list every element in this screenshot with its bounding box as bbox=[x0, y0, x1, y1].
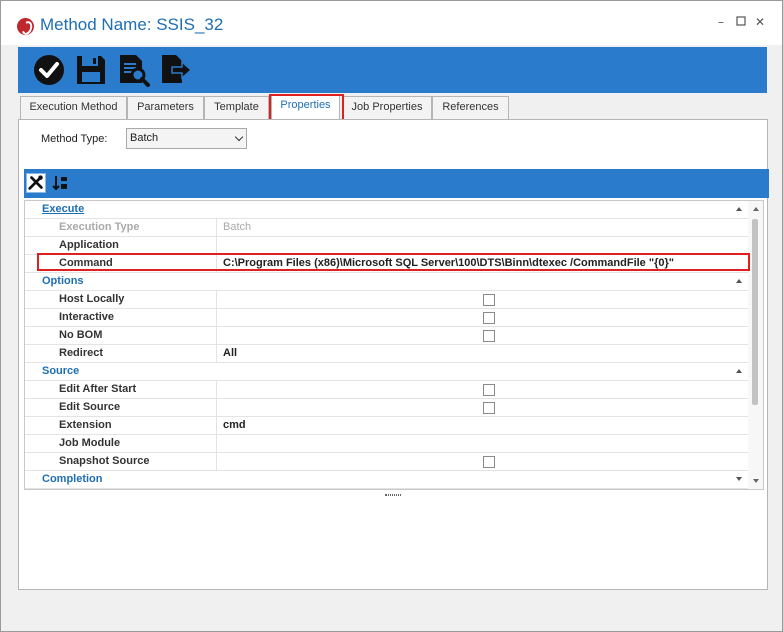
method-window: Method Name: SSIS_32 – ✕ Execution Metho… bbox=[0, 0, 783, 632]
method-type-select[interactable]: Batch bbox=[126, 128, 247, 149]
property-name: No BOM bbox=[42, 327, 217, 345]
property-name: Command bbox=[42, 255, 217, 273]
property-name: Application bbox=[42, 237, 217, 255]
floppy-disk-icon bbox=[77, 56, 105, 84]
tab-properties[interactable]: Properties bbox=[271, 94, 340, 119]
check-circle-icon bbox=[34, 55, 64, 85]
sort-down-icon bbox=[52, 176, 67, 191]
checkbox[interactable] bbox=[483, 402, 495, 414]
property-row-interactive[interactable]: Interactive bbox=[25, 309, 749, 327]
property-row-edit-source[interactable]: Edit Source bbox=[25, 399, 749, 417]
property-name: Snapshot Source bbox=[42, 453, 217, 471]
category-source[interactable]: Source bbox=[25, 363, 749, 381]
property-row-command[interactable]: Command C:\Program Files (x86)\Microsoft… bbox=[25, 255, 749, 273]
maximize-icon[interactable] bbox=[735, 16, 747, 28]
property-grid-toolbar bbox=[24, 169, 769, 198]
tab-references[interactable]: References bbox=[432, 96, 509, 119]
sort-alphabetical-button[interactable] bbox=[50, 173, 70, 193]
property-row-extension[interactable]: Extension cmd bbox=[25, 417, 749, 435]
export-button[interactable] bbox=[158, 53, 192, 87]
window-title: Method Name: SSIS_32 bbox=[40, 15, 224, 34]
tab-job-properties[interactable]: Job Properties bbox=[342, 96, 432, 119]
property-name: Redirect bbox=[42, 345, 217, 363]
collapse-icon[interactable] bbox=[736, 207, 742, 211]
chevron-down-icon bbox=[234, 132, 244, 142]
property-name: Edit Source bbox=[42, 399, 217, 417]
main-toolbar bbox=[18, 47, 767, 93]
category-execute[interactable]: Execute bbox=[25, 201, 749, 219]
property-name: Interactive bbox=[42, 309, 217, 327]
checkbox[interactable] bbox=[483, 384, 495, 396]
collapse-icon[interactable] bbox=[736, 369, 742, 373]
checkbox[interactable] bbox=[483, 330, 495, 342]
save-and-close-button[interactable] bbox=[32, 53, 66, 87]
close-icon[interactable]: ✕ bbox=[754, 16, 766, 28]
category-label: Options bbox=[42, 275, 84, 287]
property-value[interactable] bbox=[221, 237, 749, 255]
collapse-icon[interactable] bbox=[736, 279, 742, 283]
category-completion[interactable]: Completion bbox=[25, 471, 749, 489]
checkbox[interactable] bbox=[483, 312, 495, 324]
vertical-scrollbar[interactable] bbox=[748, 201, 763, 489]
categorized-button[interactable] bbox=[26, 173, 46, 193]
method-type-value: Batch bbox=[130, 132, 159, 144]
title-bar: Method Name: SSIS_32 – ✕ bbox=[1, 1, 782, 45]
property-value[interactable] bbox=[221, 435, 749, 453]
property-name: Host Locally bbox=[42, 291, 217, 309]
tab-template[interactable]: Template bbox=[204, 96, 269, 119]
category-label: Execute bbox=[42, 203, 85, 215]
properties-panel: Method Type: Batch Execute Execution Typ… bbox=[18, 119, 769, 590]
document-search-icon bbox=[120, 55, 150, 87]
property-row-application[interactable]: Application bbox=[25, 237, 749, 255]
property-name: Execution Type bbox=[42, 219, 217, 237]
property-row-redirect[interactable]: Redirect All bbox=[25, 345, 749, 363]
tools-icon bbox=[28, 175, 43, 190]
scrollbar-thumb[interactable] bbox=[752, 219, 758, 405]
property-row-snapshot-source[interactable]: Snapshot Source bbox=[25, 453, 749, 471]
property-row-no-bom[interactable]: No BOM bbox=[25, 327, 749, 345]
category-label: Completion bbox=[42, 473, 103, 485]
property-grid-rows: Execute Execution Type Batch Application… bbox=[25, 201, 749, 490]
property-row-edit-after-start[interactable]: Edit After Start bbox=[25, 381, 749, 399]
scroll-up-icon[interactable] bbox=[753, 207, 759, 211]
app-logo-icon bbox=[17, 18, 34, 35]
property-name: Job Module bbox=[42, 435, 217, 453]
save-button[interactable] bbox=[74, 53, 108, 87]
property-row-host-locally[interactable]: Host Locally bbox=[25, 291, 749, 309]
document-export-icon bbox=[162, 55, 192, 83]
checkbox[interactable] bbox=[483, 294, 495, 306]
property-name: Extension bbox=[42, 417, 217, 435]
property-row-execution-type[interactable]: Execution Type Batch bbox=[25, 219, 749, 237]
property-value[interactable]: All bbox=[221, 345, 749, 363]
category-label: Source bbox=[42, 365, 80, 377]
property-row-job-module[interactable]: Job Module bbox=[25, 435, 749, 453]
property-row-partial bbox=[25, 489, 749, 490]
category-options[interactable]: Options bbox=[25, 273, 749, 291]
scroll-down-icon[interactable] bbox=[753, 479, 759, 483]
property-name: Edit After Start bbox=[42, 381, 217, 399]
expand-icon[interactable] bbox=[736, 477, 742, 481]
preview-button[interactable] bbox=[116, 53, 150, 87]
checkbox[interactable] bbox=[483, 456, 495, 468]
property-value: Batch bbox=[223, 221, 252, 233]
minimize-icon[interactable]: – bbox=[715, 16, 727, 28]
tab-parameters[interactable]: Parameters bbox=[127, 96, 204, 119]
splitter-handle[interactable] bbox=[385, 494, 401, 496]
property-value[interactable]: cmd bbox=[221, 417, 749, 435]
property-value[interactable]: C:\Program Files (x86)\Microsoft SQL Ser… bbox=[221, 255, 749, 273]
tab-execution-method[interactable]: Execution Method bbox=[20, 96, 127, 119]
property-grid: Execute Execution Type Batch Application… bbox=[24, 200, 764, 490]
method-type-label: Method Type: bbox=[41, 133, 108, 145]
